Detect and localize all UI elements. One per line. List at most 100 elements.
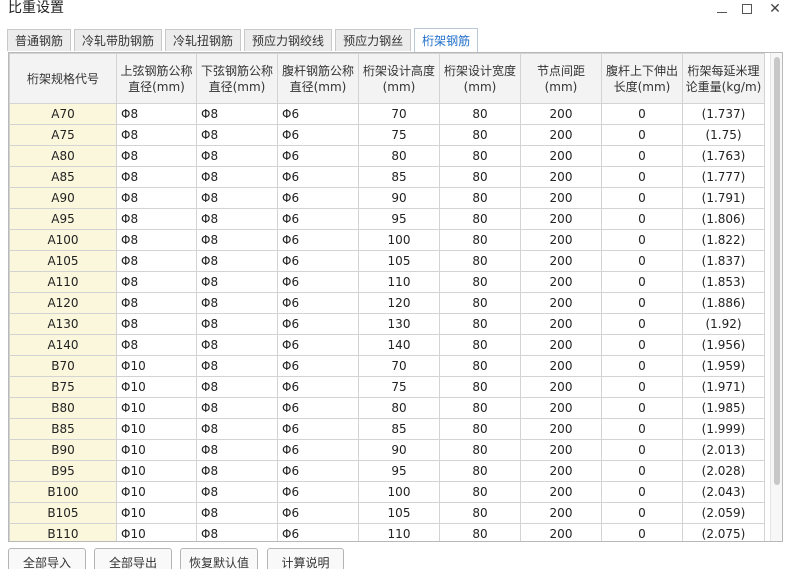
weight-cell[interactable]: (1.853) [682, 271, 765, 293]
web-cell[interactable]: Φ6 [277, 397, 359, 419]
node-spacing-cell[interactable]: 200 [520, 376, 602, 398]
col-header-web-extension[interactable]: 腹杆上下伸出长度(mm) [601, 53, 683, 104]
spec-code-cell[interactable]: A105 [9, 250, 117, 272]
web-extension-cell[interactable]: 0 [601, 439, 683, 461]
maximize-button[interactable] [735, 0, 759, 18]
node-spacing-cell[interactable]: 200 [520, 124, 602, 146]
top-chord-cell[interactable]: Φ8 [116, 208, 197, 230]
width-cell[interactable]: 80 [439, 523, 521, 541]
web-extension-cell[interactable]: 0 [601, 397, 683, 419]
bottom-chord-cell[interactable]: Φ8 [196, 271, 278, 293]
top-chord-cell[interactable]: Φ8 [116, 145, 197, 167]
height-cell[interactable]: 100 [358, 229, 440, 251]
top-chord-cell[interactable]: Φ8 [116, 271, 197, 293]
web-cell[interactable]: Φ6 [277, 292, 359, 314]
weight-cell[interactable]: (1.999) [682, 418, 765, 440]
spec-code-cell[interactable]: B70 [9, 355, 117, 377]
node-spacing-cell[interactable]: 200 [520, 208, 602, 230]
web-cell[interactable]: Φ6 [277, 439, 359, 461]
web-extension-cell[interactable]: 0 [601, 229, 683, 251]
height-cell[interactable]: 90 [358, 439, 440, 461]
minimize-button[interactable] [710, 0, 734, 18]
height-cell[interactable]: 70 [358, 103, 440, 125]
table-row[interactable]: A130 Φ8 Φ8 Φ6 130 80 200 0 (1.92) [9, 313, 765, 335]
spec-code-cell[interactable]: B85 [9, 418, 117, 440]
top-chord-cell[interactable]: Φ8 [116, 292, 197, 314]
node-spacing-cell[interactable]: 200 [520, 418, 602, 440]
bottom-chord-cell[interactable]: Φ8 [196, 502, 278, 524]
table-row[interactable]: B80 Φ10 Φ8 Φ6 80 80 200 0 (1.985) [9, 397, 765, 419]
height-cell[interactable]: 130 [358, 313, 440, 335]
web-cell[interactable]: Φ6 [277, 376, 359, 398]
bottom-chord-cell[interactable]: Φ8 [196, 523, 278, 541]
width-cell[interactable]: 80 [439, 481, 521, 503]
top-chord-cell[interactable]: Φ10 [116, 523, 197, 541]
height-cell[interactable]: 70 [358, 355, 440, 377]
width-cell[interactable]: 80 [439, 229, 521, 251]
web-cell[interactable]: Φ6 [277, 229, 359, 251]
bottom-chord-cell[interactable]: Φ8 [196, 418, 278, 440]
web-cell[interactable]: Φ6 [277, 250, 359, 272]
spec-code-cell[interactable]: A90 [9, 187, 117, 209]
table-row[interactable]: A80 Φ8 Φ8 Φ6 80 80 200 0 (1.763) [9, 145, 765, 167]
web-extension-cell[interactable]: 0 [601, 502, 683, 524]
width-cell[interactable]: 80 [439, 418, 521, 440]
weight-cell[interactable]: (1.777) [682, 166, 765, 188]
top-chord-cell[interactable]: Φ8 [116, 124, 197, 146]
table-row[interactable]: A85 Φ8 Φ8 Φ6 85 80 200 0 (1.777) [9, 166, 765, 188]
node-spacing-cell[interactable]: 200 [520, 439, 602, 461]
tab-prestressed-strand[interactable]: 预应力钢绞线 [244, 29, 333, 51]
width-cell[interactable]: 80 [439, 376, 521, 398]
width-cell[interactable]: 80 [439, 187, 521, 209]
top-chord-cell[interactable]: Φ10 [116, 502, 197, 524]
height-cell[interactable]: 110 [358, 271, 440, 293]
node-spacing-cell[interactable]: 200 [520, 313, 602, 335]
node-spacing-cell[interactable]: 200 [520, 355, 602, 377]
weight-cell[interactable]: (1.822) [682, 229, 765, 251]
node-spacing-cell[interactable]: 200 [520, 229, 602, 251]
width-cell[interactable]: 80 [439, 166, 521, 188]
web-extension-cell[interactable]: 0 [601, 292, 683, 314]
weight-cell[interactable]: (1.92) [682, 313, 765, 335]
top-chord-cell[interactable]: Φ10 [116, 355, 197, 377]
spec-code-cell[interactable]: A95 [9, 208, 117, 230]
web-extension-cell[interactable]: 0 [601, 145, 683, 167]
node-spacing-cell[interactable]: 200 [520, 502, 602, 524]
scrollbar-thumb[interactable] [774, 57, 780, 485]
web-cell[interactable]: Φ6 [277, 502, 359, 524]
width-cell[interactable]: 80 [439, 355, 521, 377]
web-cell[interactable]: Φ6 [277, 103, 359, 125]
web-extension-cell[interactable]: 0 [601, 460, 683, 482]
spec-code-cell[interactable]: B90 [9, 439, 117, 461]
col-header-height[interactable]: 桁架设计高度(mm) [358, 53, 440, 104]
web-extension-cell[interactable]: 0 [601, 187, 683, 209]
close-button[interactable]: ✕ [763, 0, 787, 18]
col-header-top-chord[interactable]: 上弦钢筋公称直径(mm) [116, 53, 197, 104]
table-row[interactable]: B85 Φ10 Φ8 Φ6 85 80 200 0 (1.999) [9, 418, 765, 440]
width-cell[interactable]: 80 [439, 439, 521, 461]
spec-code-cell[interactable]: B100 [9, 481, 117, 503]
width-cell[interactable]: 80 [439, 124, 521, 146]
table-row[interactable]: B95 Φ10 Φ8 Φ6 95 80 200 0 (2.028) [9, 460, 765, 482]
bottom-chord-cell[interactable]: Φ8 [196, 397, 278, 419]
height-cell[interactable]: 100 [358, 481, 440, 503]
weight-cell[interactable]: (2.075) [682, 523, 765, 541]
web-cell[interactable]: Φ6 [277, 334, 359, 356]
top-chord-cell[interactable]: Φ8 [116, 250, 197, 272]
tab-prestressed-wire[interactable]: 预应力钢丝 [335, 29, 412, 51]
table-row[interactable]: A105 Φ8 Φ8 Φ6 105 80 200 0 (1.837) [9, 250, 765, 272]
node-spacing-cell[interactable]: 200 [520, 460, 602, 482]
calc-explain-button[interactable]: 计算说明 [267, 548, 344, 569]
bottom-chord-cell[interactable]: Φ8 [196, 124, 278, 146]
tab-cold-rolled-twisted[interactable]: 冷轧扭钢筋 [165, 29, 242, 51]
table-row[interactable]: B110 Φ10 Φ8 Φ6 110 80 200 0 (2.075) [9, 523, 765, 541]
width-cell[interactable]: 80 [439, 313, 521, 335]
width-cell[interactable]: 80 [439, 460, 521, 482]
height-cell[interactable]: 105 [358, 502, 440, 524]
node-spacing-cell[interactable]: 200 [520, 481, 602, 503]
table-row[interactable]: A70 Φ8 Φ8 Φ6 70 80 200 0 (1.737) [9, 103, 765, 125]
bottom-chord-cell[interactable]: Φ8 [196, 187, 278, 209]
table-row[interactable]: A75 Φ8 Φ8 Φ6 75 80 200 0 (1.75) [9, 124, 765, 146]
spec-code-cell[interactable]: A110 [9, 271, 117, 293]
node-spacing-cell[interactable]: 200 [520, 523, 602, 541]
